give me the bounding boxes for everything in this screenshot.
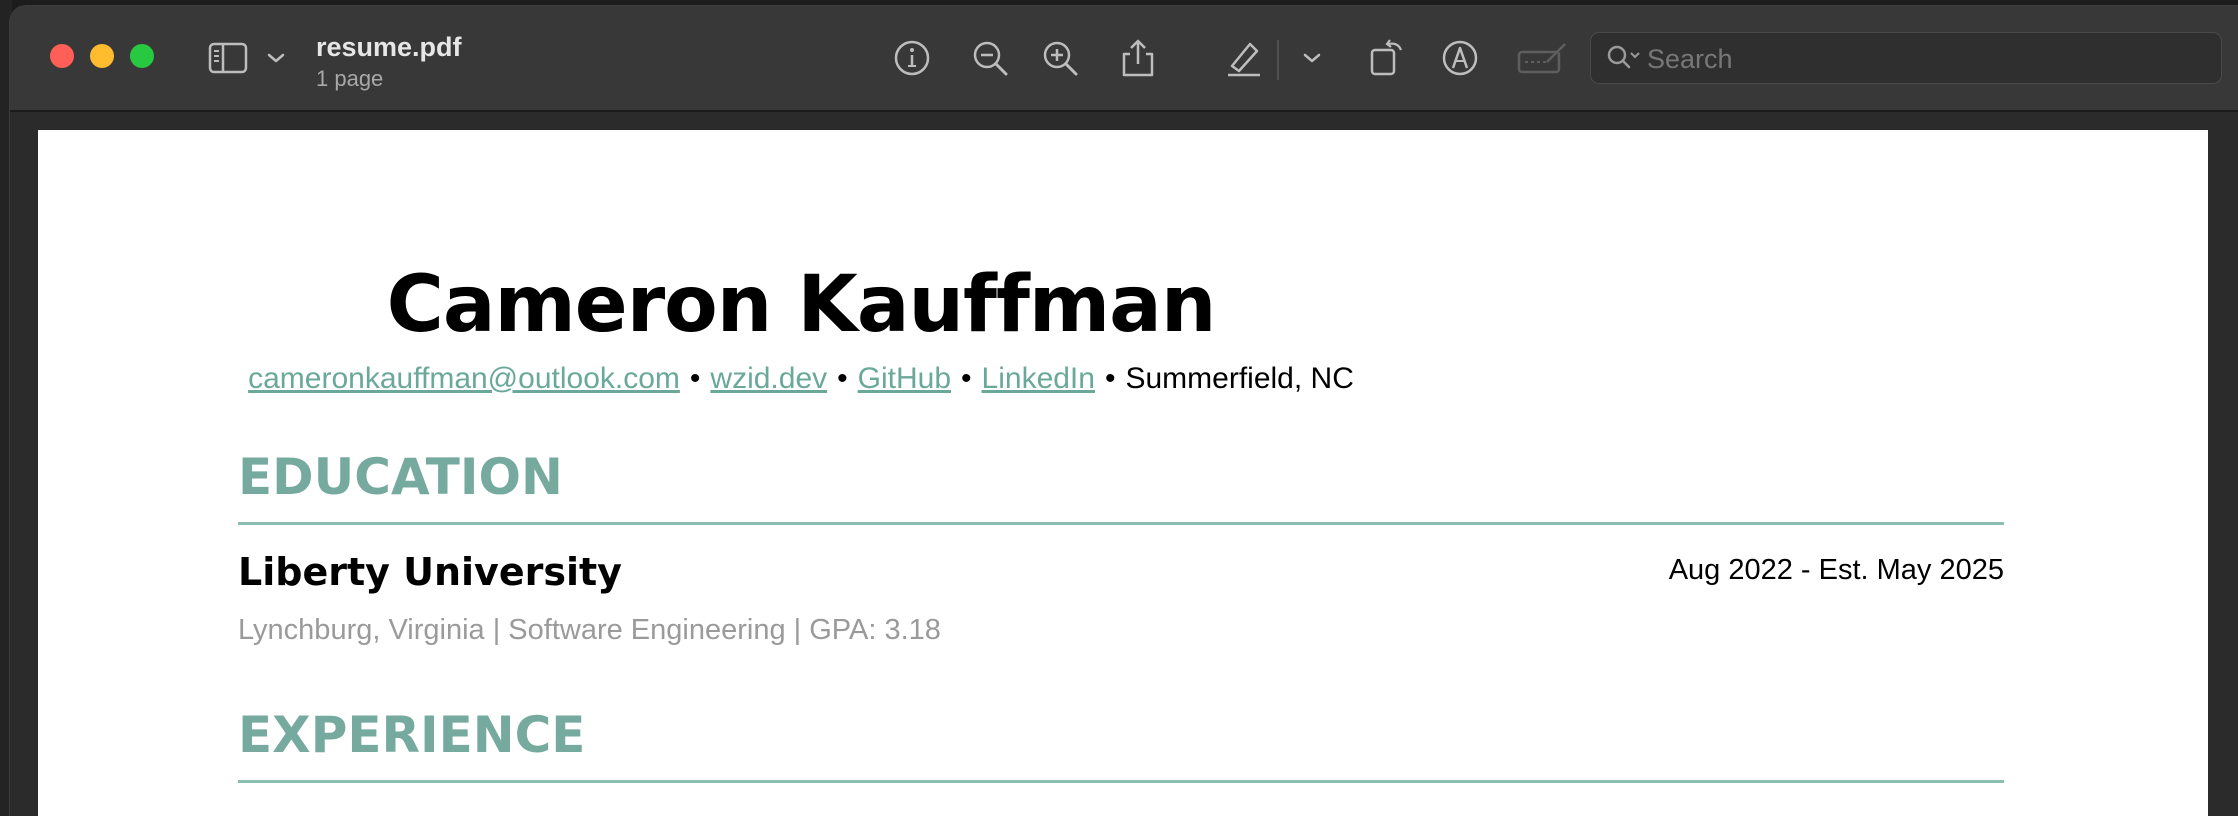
separator: •: [689, 362, 701, 395]
markup-icon[interactable]: [1438, 36, 1482, 80]
close-window-button[interactable]: [50, 44, 74, 68]
website-link[interactable]: wzid.dev: [710, 362, 827, 395]
rotate-icon[interactable]: [1366, 36, 1410, 80]
sidebar-icon[interactable]: [206, 36, 250, 80]
section-divider: [238, 522, 2004, 525]
email-link[interactable]: cameronkauffman@outlook.com: [248, 362, 680, 395]
separator: •: [837, 362, 848, 395]
chevron-down-icon[interactable]: [264, 36, 288, 80]
resume-name: Cameron Kauffman: [386, 260, 1217, 350]
sign-icon: [1516, 36, 1568, 80]
minimize-window-button[interactable]: [90, 44, 114, 68]
section-divider: [238, 780, 2004, 783]
linkedin-link[interactable]: LinkedIn: [982, 362, 1095, 395]
highlight-pen-icon[interactable]: [1222, 36, 1266, 80]
separator: •: [1104, 362, 1116, 395]
zoom-out-icon[interactable]: [968, 36, 1012, 80]
location-text: Summerfield, NC: [1125, 362, 1354, 395]
toolbar-divider: [1277, 40, 1279, 80]
document-title: resume.pdf: [316, 32, 462, 62]
separator: •: [961, 362, 972, 395]
page-count: 1 page: [316, 66, 384, 91]
contact-line: cameronkauffman@outlook.com • wzid.dev • Git…: [38, 362, 1564, 396]
info-icon[interactable]: [890, 36, 934, 80]
search-icon: [1605, 43, 1641, 78]
github-link[interactable]: GitHub: [858, 362, 951, 395]
pdf-page: Cameron Kauffman cameronkauffman@outlook…: [38, 130, 2208, 816]
education-detail: Lynchburg, Virginia | Software Engineeri…: [238, 614, 941, 646]
zoom-in-icon[interactable]: [1038, 36, 1082, 80]
preview-window: resume.pdf 1 page Search Cameron Kauffma…: [10, 6, 2238, 816]
search-input[interactable]: [1645, 41, 2209, 77]
fullscreen-window-button[interactable]: [130, 44, 154, 68]
school-name: Liberty University: [238, 550, 622, 594]
search-box[interactable]: [1590, 32, 2222, 84]
toolbar: resume.pdf 1 page: [10, 6, 2238, 112]
share-icon[interactable]: [1116, 36, 1160, 80]
education-heading: EDUCATION: [238, 448, 563, 506]
chevron-down-icon[interactable]: [1300, 36, 1324, 80]
education-dates: Aug 2022 - Est. May 2025: [1668, 554, 2004, 586]
experience-heading: EXPERIENCE: [238, 706, 586, 764]
document-viewport[interactable]: Cameron Kauffman cameronkauffman@outlook…: [10, 112, 2238, 816]
